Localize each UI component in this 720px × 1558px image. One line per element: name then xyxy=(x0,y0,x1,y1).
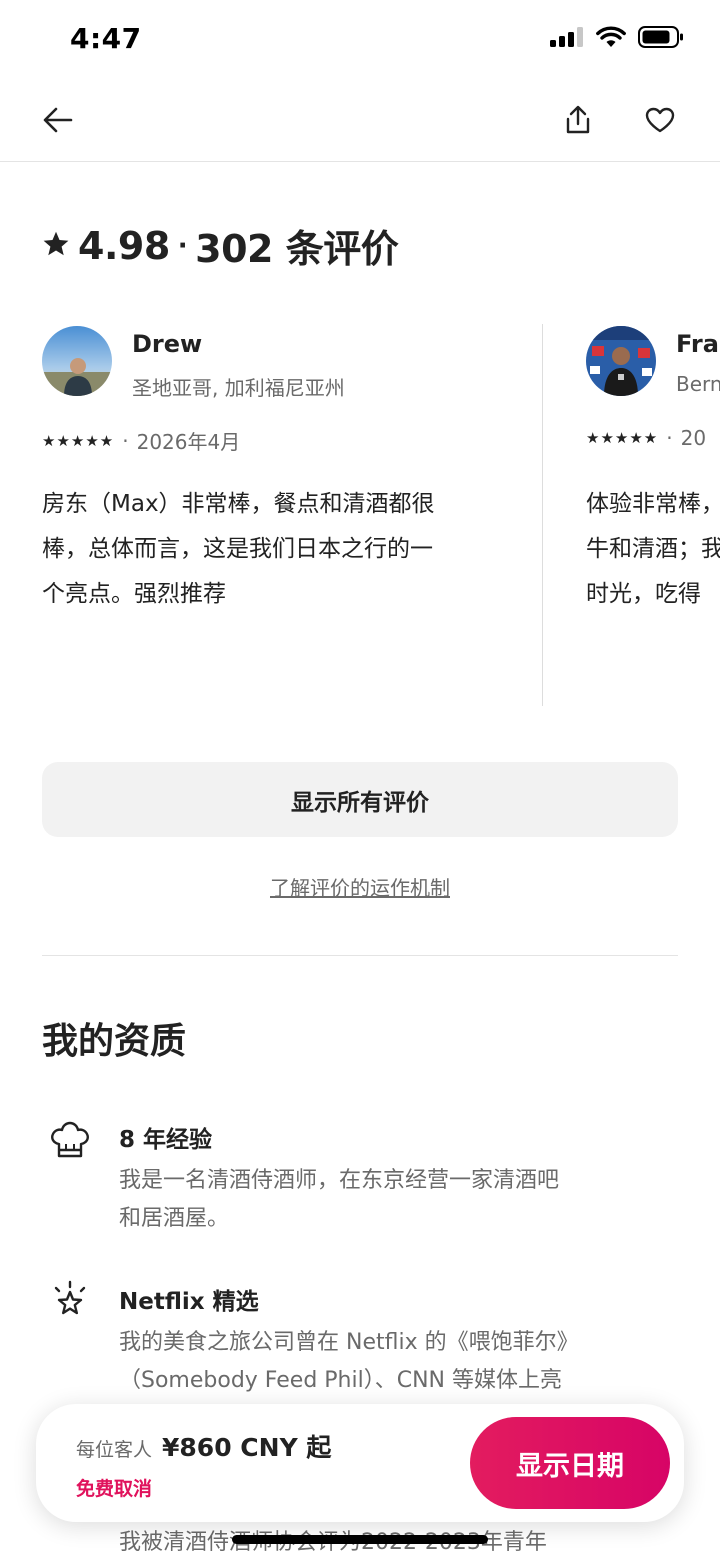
arrow-left-icon xyxy=(43,107,73,133)
free-cancellation-label: 免费取消 xyxy=(76,1478,153,1500)
qualification-description: 我是一名清酒侍酒师，在东京经营一家清酒吧 和居酒屋。 xyxy=(119,1168,560,1231)
qualification-item: 8 年经验 我是一名清酒侍酒师，在东京经营一家清酒吧 和居酒屋。 xyxy=(0,1118,720,1238)
avatar xyxy=(586,326,656,396)
review-text: 体验非常棒， 牛和清酒；我 时光，吃得 xyxy=(586,491,720,607)
status-time: 4:47 xyxy=(70,22,142,55)
wishlist-button[interactable] xyxy=(638,98,682,142)
status-bar: 4:47 xyxy=(0,0,720,80)
phone-screen: 4:47 4.98 · 302 条评价 Drew 圣地亚哥, 加利福尼亚州 ★★… xyxy=(0,0,720,1558)
rating-separator: · xyxy=(177,230,188,261)
review-card[interactable]: Fran Bern ★★★★★ · 20 体验非常棒， 牛和清酒；我 时光，吃得 xyxy=(586,326,720,706)
review-stars: ★★★★★ xyxy=(42,431,115,450)
review-count: 302 条评价 xyxy=(195,227,399,271)
show-dates-button[interactable]: 显示日期 xyxy=(470,1417,670,1509)
sparkle-star-icon xyxy=(48,1280,92,1324)
star-icon xyxy=(42,230,70,262)
price-value: ¥860 CNY 起 xyxy=(162,1433,332,1462)
show-all-reviews-button[interactable]: 显示所有评价 xyxy=(42,762,678,837)
review-divider xyxy=(542,324,543,706)
top-nav-bar xyxy=(0,80,720,162)
price-row: 每位客人 ¥860 CNY 起 xyxy=(76,1428,331,1464)
qualification-description: 我的美食之旅公司曾在 Netflix 的《喂饱菲尔》 （Somebody Fee… xyxy=(119,1330,579,1393)
qualifications-title: 我的资质 xyxy=(42,1021,187,1062)
wifi-icon xyxy=(596,26,626,52)
heart-icon xyxy=(645,107,675,133)
review-card[interactable]: Drew 圣地亚哥, 加利福尼亚州 ★★★★★ · 2026年4月 房东（Max… xyxy=(42,326,522,706)
share-button[interactable] xyxy=(556,98,600,142)
qualification-item: Netflix 精选 我的美食之旅公司曾在 Netflix 的《喂饱菲尔》 （S… xyxy=(0,1280,720,1400)
review-date-separator: · xyxy=(666,426,673,450)
share-icon xyxy=(566,105,590,134)
signal-icon xyxy=(550,27,584,51)
review-stars: ★★★★★ xyxy=(586,429,659,447)
section-divider xyxy=(42,955,678,956)
home-indicator[interactable] xyxy=(232,1535,488,1544)
learn-reviews-link[interactable]: 了解评价的运作机制 xyxy=(0,872,720,901)
review-text: 房东（Max）非常棒，餐点和清酒都很 棒，总体而言，这是我们日本之行的一 个亮点… xyxy=(42,491,435,607)
review-date: 2026年4月 xyxy=(136,430,241,454)
review-rating: ★★★★★ · 2026年4月 xyxy=(42,426,240,455)
review-date: 20 xyxy=(680,426,707,450)
review-date-separator: · xyxy=(122,428,129,453)
qualification-title: Netflix 精选 xyxy=(119,1289,259,1315)
reviewer-name: Drew xyxy=(132,330,203,358)
rating-summary: 4.98 · 302 条评价 xyxy=(42,218,399,273)
status-icons xyxy=(550,26,684,52)
reviewer-name: Fran xyxy=(676,330,720,358)
price-label: 每位客人 xyxy=(76,1439,153,1461)
reviewer-location: 圣地亚哥, 加利福尼亚州 xyxy=(132,376,345,400)
rating-score: 4.98 xyxy=(78,223,170,268)
qualification-title: 8 年经验 xyxy=(119,1127,213,1153)
avatar xyxy=(42,326,112,396)
battery-icon xyxy=(638,26,684,52)
chef-hat-icon xyxy=(48,1118,92,1162)
review-rating: ★★★★★ · 20 xyxy=(586,426,706,450)
booking-bar: 每位客人 ¥860 CNY 起 免费取消 显示日期 xyxy=(36,1404,684,1522)
reviewer-location: Bern xyxy=(676,372,720,396)
back-button[interactable] xyxy=(36,98,80,142)
